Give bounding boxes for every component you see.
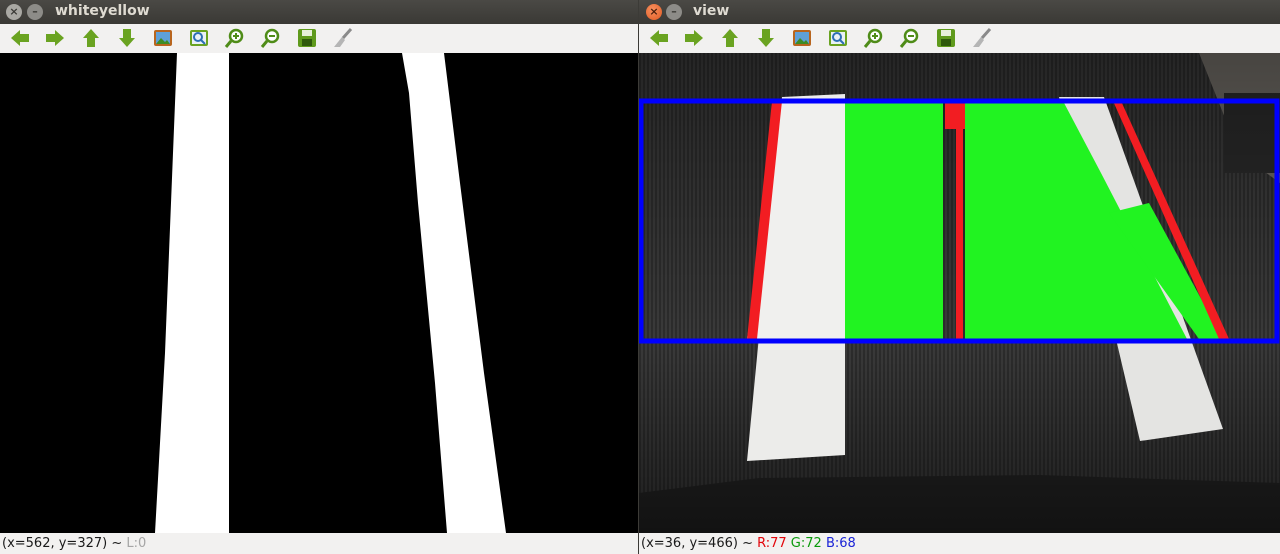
pixel-red-value: R:77	[757, 536, 787, 551]
green-drivable-area-left	[845, 101, 943, 339]
window-view: × – view (x=36, y=466) ~ R:77 G:72 B:68	[639, 0, 1280, 554]
arrow-left-icon[interactable]	[648, 27, 670, 49]
arrow-down-icon[interactable]	[755, 27, 777, 49]
zoom-in-icon[interactable]	[863, 27, 885, 49]
window-title: view	[693, 3, 730, 19]
title-bar[interactable]: × – view	[639, 0, 1280, 24]
image-canvas[interactable]	[0, 53, 638, 533]
camera-view-image	[639, 53, 1280, 533]
brush-icon[interactable]	[971, 27, 993, 49]
pixel-value: L:0	[126, 536, 147, 551]
arrow-up-icon[interactable]	[719, 27, 741, 49]
binary-mask-image	[0, 53, 638, 533]
save-icon[interactable]	[935, 27, 957, 49]
status-bar: (x=36, y=466) ~ R:77 G:72 B:68	[639, 534, 1280, 554]
pixel-green-value: G:72	[790, 536, 822, 551]
zoom-in-icon[interactable]	[224, 27, 246, 49]
image-icon[interactable]	[152, 27, 174, 49]
zoom-out-icon[interactable]	[260, 27, 282, 49]
red-edge-center	[956, 101, 963, 339]
pixel-blue-value: B:68	[825, 536, 856, 551]
arrow-down-icon[interactable]	[116, 27, 138, 49]
close-button[interactable]: ×	[646, 4, 662, 20]
image-icon[interactable]	[791, 27, 813, 49]
arrow-right-icon[interactable]	[44, 27, 66, 49]
arrow-left-icon[interactable]	[9, 27, 31, 49]
zoom-out-icon[interactable]	[899, 27, 921, 49]
minimize-button[interactable]: –	[27, 4, 43, 20]
cursor-coords: (x=36, y=466) ~	[641, 536, 758, 551]
image-canvas[interactable]	[639, 53, 1280, 533]
cursor-coords: (x=562, y=327) ~	[2, 536, 127, 551]
window-whiteyellow: × – whiteyellow (x=562, y=327) ~ L:0	[0, 0, 638, 554]
toolbar	[0, 24, 638, 54]
arrow-right-icon[interactable]	[683, 27, 705, 49]
toolbar	[639, 24, 1280, 54]
arrow-up-icon[interactable]	[80, 27, 102, 49]
zoom-fit-icon[interactable]	[827, 27, 849, 49]
window-title: whiteyellow	[55, 3, 150, 19]
brush-icon[interactable]	[332, 27, 354, 49]
status-bar: (x=562, y=327) ~ L:0	[0, 534, 638, 554]
zoom-fit-icon[interactable]	[188, 27, 210, 49]
title-bar[interactable]: × – whiteyellow	[0, 0, 638, 24]
close-button[interactable]: ×	[6, 4, 22, 20]
save-icon[interactable]	[296, 27, 318, 49]
minimize-button[interactable]: –	[666, 4, 682, 20]
